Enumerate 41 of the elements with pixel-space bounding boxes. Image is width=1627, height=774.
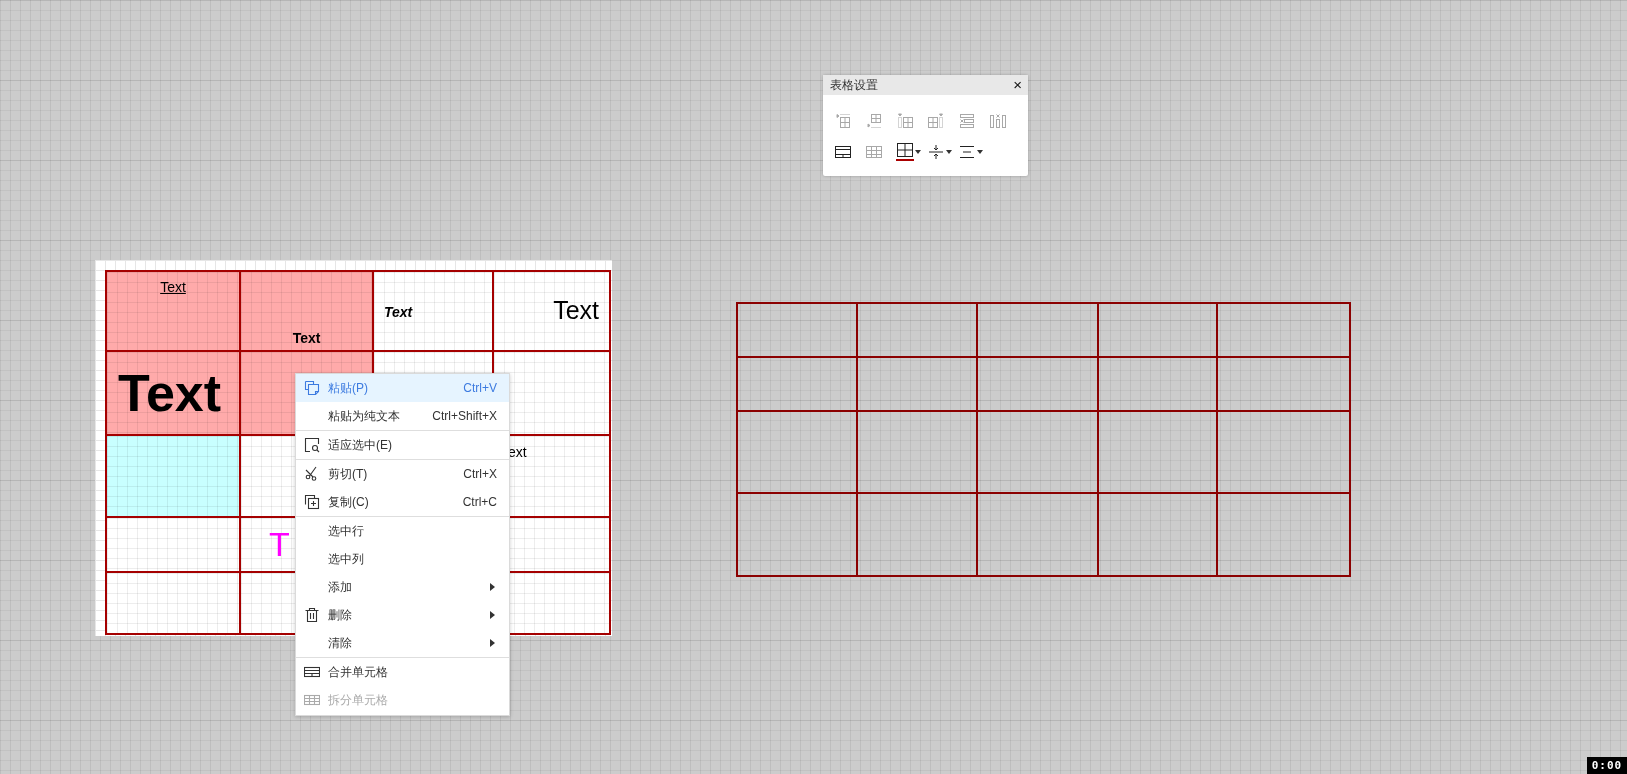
menu-item[interactable]: 剪切(T) Ctrl+X xyxy=(296,460,509,488)
caret-down-icon xyxy=(977,149,983,154)
shortcut-text: Ctrl+V xyxy=(463,381,497,395)
caret-down-icon xyxy=(946,149,952,154)
table-cell: Text xyxy=(241,272,372,350)
merge-cells-icon xyxy=(304,664,320,680)
trash-icon xyxy=(304,607,320,623)
insert-row-below-icon xyxy=(865,112,883,129)
menu-item[interactable]: 适应选中(E) xyxy=(296,431,509,459)
paste-icon xyxy=(304,380,320,396)
shortcut-text: Ctrl+C xyxy=(462,495,497,509)
borders-icon xyxy=(896,142,914,158)
menu-item[interactable]: 清除 xyxy=(296,629,509,657)
panel-title: 表格设置 xyxy=(830,76,878,94)
menu-item[interactable]: 粘贴为纯文本 Ctrl+Shift+X xyxy=(296,402,509,430)
delete-row-icon xyxy=(958,112,976,129)
split-cells-icon xyxy=(865,143,883,160)
menu-item[interactable]: 添加 xyxy=(296,573,509,601)
copy-icon xyxy=(304,494,320,510)
merge-cells-icon xyxy=(834,143,852,160)
menu-item[interactable]: 复制(C) Ctrl+C xyxy=(296,488,509,516)
shortcut-text: Ctrl+X xyxy=(463,467,497,481)
vertical-align-icon xyxy=(927,143,945,160)
table-cell: Text xyxy=(374,272,492,350)
fit-selection-icon xyxy=(304,437,320,453)
grid-icon xyxy=(304,692,320,708)
insert-column-right-icon xyxy=(927,112,945,129)
menu-item[interactable]: 粘贴(P) Ctrl+V xyxy=(296,374,509,402)
shortcut-text: Ctrl+Shift+X xyxy=(432,409,497,423)
timer-badge: 0:00 xyxy=(1587,757,1627,774)
table-cell: Text xyxy=(107,352,239,434)
table-cell: Text xyxy=(107,272,239,350)
menu-item[interactable]: 删除 xyxy=(296,601,509,629)
menu-item[interactable]: 合并单元格 xyxy=(296,658,509,686)
close-button[interactable]: × xyxy=(1011,77,1024,93)
insert-column-left-icon xyxy=(896,112,914,129)
table-cell: Text xyxy=(494,272,609,350)
insert-row-above-icon xyxy=(834,112,852,129)
text-align-icon xyxy=(958,143,976,160)
delete-column-icon xyxy=(989,112,1007,129)
caret-down-icon xyxy=(915,149,921,154)
